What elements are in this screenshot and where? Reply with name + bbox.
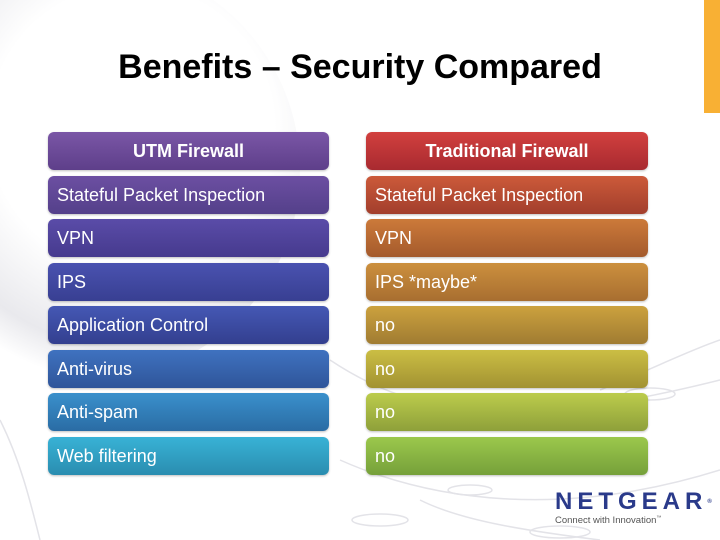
traditional-feature-cell: VPN (366, 219, 648, 257)
utm-firewall-column: UTM Firewall Stateful Packet Inspection … (48, 132, 329, 480)
traditional-firewall-header: Traditional Firewall (366, 132, 648, 170)
utm-feature-cell: IPS (48, 262, 329, 301)
registered-mark: ® (707, 499, 712, 505)
traditional-feature-cell: no (366, 349, 648, 388)
utm-feature-cell: Anti-virus (48, 349, 329, 388)
slide-title: Benefits – Security Compared (118, 48, 602, 86)
traditional-feature-cell: IPS *maybe* (366, 262, 648, 301)
logo-tagline: Connect with Innovation™ (555, 515, 705, 526)
traditional-feature-cell: no (366, 436, 648, 475)
logo-wordmark: NETGEAR® (555, 488, 712, 515)
trademark-mark: ™ (656, 515, 662, 521)
traditional-feature-cell: Stateful Packet Inspection (366, 175, 648, 214)
traditional-feature-cell: no (366, 306, 648, 344)
utm-feature-cell: Web filtering (48, 436, 329, 475)
utm-feature-cell: Anti-spam (48, 393, 329, 431)
logo-brand: NETGEAR (555, 488, 708, 515)
logo-tagline-text: Connect with Innovation (555, 515, 657, 526)
utm-firewall-header: UTM Firewall (48, 132, 329, 170)
utm-feature-cell: Application Control (48, 306, 329, 344)
utm-feature-cell: Stateful Packet Inspection (48, 175, 329, 214)
utm-feature-cell: VPN (48, 219, 329, 257)
traditional-firewall-column: Traditional Firewall Stateful Packet Ins… (366, 132, 648, 480)
netgear-logo: NETGEAR® Connect with Innovation™ (555, 488, 712, 527)
traditional-feature-cell: no (366, 393, 648, 431)
